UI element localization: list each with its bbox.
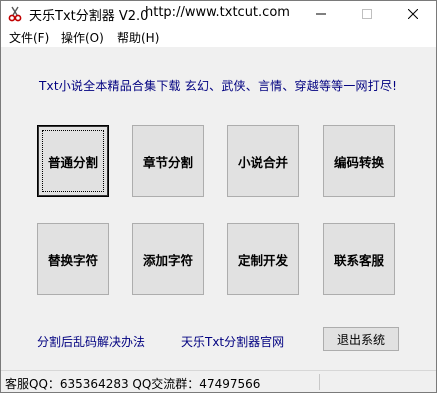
chapter-split-button[interactable]: 章节分割 [132, 125, 204, 197]
custom-dev-button[interactable]: 定制开发 [227, 223, 299, 295]
menu-file[interactable]: 文件(F) [9, 29, 49, 46]
title-bar[interactable]: 天乐Txt分割器 V2.0 http://www.txtcut.com [1, 1, 436, 27]
garbled-fix-link[interactable]: 分割后乱码解决办法 [37, 333, 145, 350]
window-title: 天乐Txt分割器 V2.0 [29, 9, 149, 24]
title-url: http://www.txtcut.com [145, 5, 290, 20]
contact-support-button[interactable]: 联系客服 [323, 223, 395, 295]
normal-split-button[interactable]: 普通分割 [37, 125, 109, 197]
maximize-icon [362, 9, 372, 19]
status-bar: 客服QQ：635364283 QQ交流群：47497566 [1, 370, 436, 392]
download-slogan-link[interactable]: Txt小说全本精品合集下载 玄幻、武侠、言情、穿越等等一网打尽! [39, 77, 397, 94]
main-window: 天乐Txt分割器 V2.0 http://www.txtcut.com 文件(F… [0, 0, 437, 393]
status-divider [319, 374, 320, 390]
menu-bar: 文件(F) 操作(O) 帮助(H) [1, 27, 436, 47]
minimize-button[interactable] [298, 1, 344, 27]
minimize-icon [316, 13, 326, 15]
replace-chars-button[interactable]: 替换字符 [37, 223, 109, 295]
scissors-icon [8, 6, 22, 22]
exit-button[interactable]: 退出系统 [323, 327, 399, 351]
close-button[interactable] [390, 1, 436, 27]
official-site-link[interactable]: 天乐Txt分割器官网 [181, 333, 284, 350]
menu-operate[interactable]: 操作(O) [61, 29, 104, 46]
add-chars-button[interactable]: 添加字符 [132, 223, 204, 295]
client-area: Txt小说全本精品合集下载 玄幻、武侠、言情、穿越等等一网打尽! 普通分割 章节… [1, 47, 436, 370]
menu-help[interactable]: 帮助(H) [117, 29, 159, 46]
encoding-convert-button[interactable]: 编码转换 [323, 125, 395, 197]
status-contact-info: 客服QQ：635364283 QQ交流群：47497566 [5, 377, 261, 391]
novel-merge-button[interactable]: 小说合并 [227, 125, 299, 197]
maximize-button [344, 1, 390, 27]
close-icon [408, 9, 418, 19]
